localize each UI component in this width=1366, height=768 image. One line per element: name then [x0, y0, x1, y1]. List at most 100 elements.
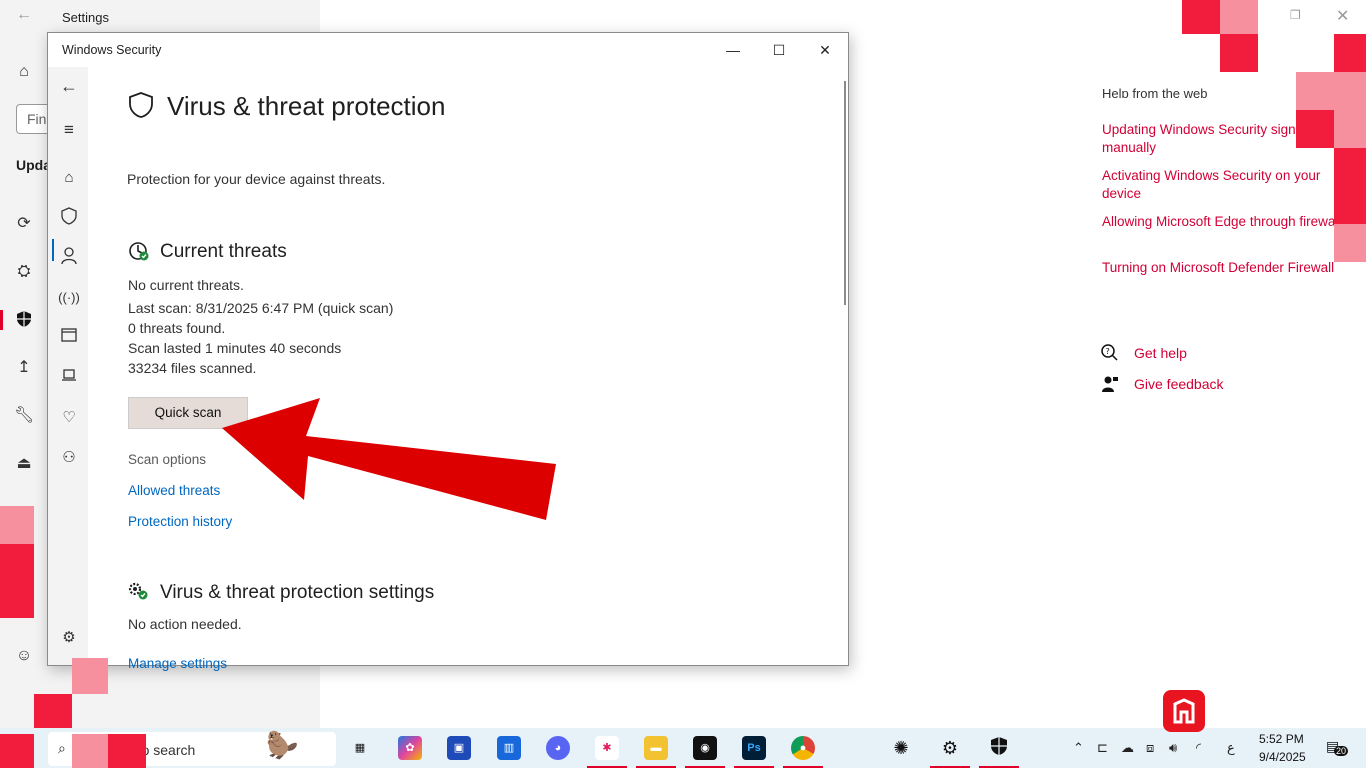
pixel-block	[108, 734, 146, 768]
copilot-icon[interactable]: ✿	[398, 736, 422, 760]
store-icon[interactable]: ▣	[447, 736, 471, 760]
obs-icon[interactable]: ◉	[693, 736, 717, 760]
shield-icon	[128, 91, 154, 124]
account-icon[interactable]	[58, 247, 80, 269]
pixel-block	[1334, 224, 1366, 262]
pixel-block	[1334, 72, 1366, 110]
files-scanned: 33234 files scanned.	[128, 360, 257, 376]
photoshop-icon[interactable]: Ps	[742, 736, 766, 760]
protection-history-link[interactable]: Protection history	[128, 514, 232, 529]
file-explorer-icon[interactable]: ▬	[644, 736, 668, 760]
current-threats-heading: Current threats	[160, 241, 287, 262]
sync-icon[interactable]: ⟳	[14, 214, 34, 234]
restore-icon[interactable]: ❐	[1290, 8, 1301, 22]
minimize-icon[interactable]: —	[710, 37, 756, 63]
manage-settings-link[interactable]: Manage settings	[128, 656, 227, 671]
section-label: Upda	[16, 157, 51, 173]
back-arrow-icon[interactable]: ←	[58, 75, 80, 97]
pixel-block	[34, 694, 72, 728]
scan-options-link[interactable]: Scan options	[128, 452, 206, 467]
notification-badge: 20	[1334, 746, 1349, 756]
clock-time[interactable]: 5:52 PM	[1259, 732, 1304, 746]
get-help-link[interactable]: Get help	[1134, 345, 1187, 361]
hamburger-menu-icon[interactable]: ≡	[58, 119, 80, 141]
meet-now-icon[interactable]: ⧈	[1146, 740, 1154, 756]
close-icon[interactable]: ✕	[802, 37, 848, 63]
scan-duration: Scan lasted 1 minutes 40 seconds	[128, 340, 342, 356]
settings-status: No action needed.	[128, 616, 242, 632]
feedback-icon	[1101, 375, 1119, 393]
chrome-icon[interactable]: ●	[791, 736, 815, 760]
back-arrow-icon[interactable]: ←	[16, 6, 32, 24]
pixel-block	[1220, 34, 1258, 72]
gear-icon[interactable]: ⚙	[58, 627, 80, 649]
settings-gear-icon	[128, 582, 150, 607]
onedrive-icon[interactable]: ☁	[1121, 740, 1134, 756]
search-icon: ⌕	[58, 740, 66, 756]
shield-icon[interactable]	[14, 310, 34, 330]
security-nav: ← ≡ ⌂ ((·)) ♡ ⚇ ⚙	[48, 67, 88, 665]
clock-date[interactable]: 9/4/2025	[1259, 750, 1306, 764]
pixel-block	[0, 734, 34, 768]
delivery-icon[interactable]: ⛭	[14, 262, 34, 282]
help-link-defender-firewall[interactable]: Turning on Microsoft Defender Firewall	[1102, 259, 1342, 277]
shield-icon[interactable]	[58, 207, 80, 229]
home-icon[interactable]: ⌂	[14, 62, 34, 82]
search-highlight-image: 🦫	[266, 730, 299, 760]
pixel-block	[1334, 34, 1366, 72]
maximize-icon[interactable]: ☐	[756, 37, 802, 63]
active-nav-marker	[0, 310, 3, 330]
home-icon[interactable]: ⌂	[58, 167, 80, 189]
family-options-icon[interactable]: ⚇	[58, 447, 80, 469]
pixel-block	[1296, 110, 1334, 148]
help-link-activating[interactable]: Activating Windows Security on your devi…	[1102, 167, 1342, 203]
shield-icon[interactable]	[987, 736, 1011, 760]
task-view-icon[interactable]: ▦	[348, 736, 372, 760]
red-arrow-annotation	[222, 398, 556, 520]
app-browser-control-icon[interactable]	[58, 327, 80, 349]
slack-icon[interactable]: ✱	[595, 736, 619, 760]
insider-icon[interactable]: ☺	[14, 646, 34, 666]
backup-icon[interactable]: ↥	[14, 358, 34, 378]
pixel-block	[0, 506, 34, 544]
trello-icon[interactable]: ▥	[497, 736, 521, 760]
pixel-block	[72, 734, 108, 768]
volume-icon[interactable]: 🔊︎	[1169, 740, 1177, 756]
window-title: Windows Security	[62, 43, 162, 57]
pixel-block	[72, 658, 108, 694]
close-icon[interactable]: ✕	[1336, 6, 1349, 26]
gear-icon[interactable]: ⚙	[938, 736, 962, 760]
wifi-icon[interactable]: ◜	[1196, 740, 1201, 756]
threat-status: No current threats.	[128, 277, 244, 293]
main-content: Virus & threat protection Protection for…	[88, 67, 838, 671]
chatgpt-icon[interactable]: ✺	[889, 736, 913, 760]
troubleshoot-icon[interactable]: 🔧︎	[14, 406, 34, 426]
floating-app-logo-icon[interactable]	[1163, 690, 1205, 732]
battery-plug-icon[interactable]: ⊏	[1097, 740, 1108, 756]
pixel-block	[0, 544, 34, 618]
device-security-icon[interactable]	[58, 367, 80, 389]
page-title: Virus & threat protection	[167, 91, 446, 121]
give-feedback-link[interactable]: Give feedback	[1134, 376, 1224, 392]
title-bar[interactable]: Windows Security — ☐ ✕	[48, 33, 848, 67]
pixel-block	[1220, 0, 1258, 34]
last-scan: Last scan: 8/31/2025 6:47 PM (quick scan…	[128, 300, 394, 316]
allowed-threats-link[interactable]: Allowed threats	[128, 483, 220, 498]
help-link-edge-firewall[interactable]: Allowing Microsoft Edge through firewall	[1102, 213, 1342, 231]
scrollbar[interactable]	[844, 81, 846, 305]
page-subtitle: Protection for your device against threa…	[127, 171, 386, 187]
discord-icon[interactable]: ◕	[546, 736, 570, 760]
threat-scan-icon	[128, 240, 150, 267]
firewall-network-icon[interactable]: ((·))	[58, 287, 80, 309]
keyboard-language-indicator[interactable]: ع	[1227, 740, 1235, 756]
chevron-up-icon[interactable]: ⌃	[1073, 740, 1084, 756]
get-help-icon: ?	[1101, 344, 1119, 362]
nav-active-indicator	[52, 239, 54, 261]
recovery-icon[interactable]: ⏏	[14, 454, 34, 474]
protection-settings-heading: Virus & threat protection settings	[160, 582, 435, 603]
settings-window-title: Settings	[62, 10, 109, 25]
notification-center-button[interactable]: ▤ 20	[1326, 738, 1349, 758]
taskbar: ⌕ 🦫 e to search ▦ ✿ ▣ ▥ ◕ ✱ ▬ ◉ Ps ● ✺ ⚙…	[0, 728, 1366, 768]
device-health-icon[interactable]: ♡	[58, 407, 80, 429]
pixel-block	[1334, 110, 1366, 148]
